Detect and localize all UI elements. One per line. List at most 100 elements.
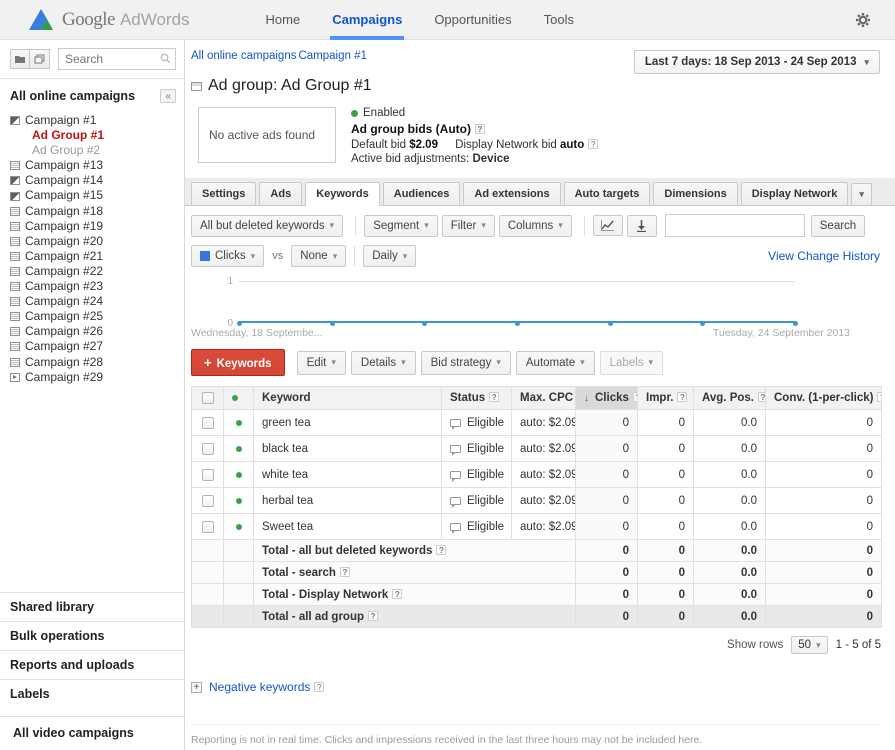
- keyword-cell[interactable]: black tea: [254, 436, 442, 462]
- tab-ad-extensions[interactable]: Ad extensions: [463, 182, 560, 205]
- sidebar-collapse-button[interactable]: «: [160, 89, 176, 103]
- row-checkbox[interactable]: [202, 469, 214, 481]
- compare-metric-dropdown[interactable]: None▾: [291, 245, 346, 267]
- max-cpc-cell[interactable]: auto: $2.09: [512, 488, 576, 514]
- help-icon[interactable]: ?: [475, 124, 485, 134]
- sidebar-item-campaign-23[interactable]: Campaign #23: [10, 279, 184, 294]
- keyword-cell[interactable]: white tea: [254, 462, 442, 488]
- details-dropdown[interactable]: Details▾: [351, 351, 416, 375]
- row-checkbox[interactable]: [202, 495, 214, 507]
- row-checkbox[interactable]: [202, 521, 214, 533]
- show-rows-select[interactable]: 50▾: [791, 636, 827, 654]
- sidebar-item-adgroup-2[interactable]: Ad Group #2: [10, 143, 184, 158]
- help-icon[interactable]: ?: [392, 589, 402, 599]
- help-icon[interactable]: ?: [758, 392, 766, 402]
- tab-audiences[interactable]: Audiences: [383, 182, 461, 205]
- tab-settings[interactable]: Settings: [191, 182, 256, 205]
- tab-display-network[interactable]: Display Network: [741, 182, 849, 205]
- tab-auto-targets[interactable]: Auto targets: [564, 182, 651, 205]
- negative-keywords-link[interactable]: Negative keywords: [209, 680, 310, 694]
- keyword-cell[interactable]: Sweet tea: [254, 514, 442, 540]
- bid-strategy-dropdown[interactable]: Bid strategy▾: [421, 351, 511, 375]
- sidebar-item-campaign-20[interactable]: Campaign #20: [10, 234, 184, 249]
- nav-campaigns[interactable]: Campaigns: [316, 0, 418, 40]
- nav-opportunities[interactable]: Opportunities: [418, 0, 527, 40]
- sidebar-item-campaign-29[interactable]: Campaign #29: [10, 370, 184, 385]
- tab-dimensions[interactable]: Dimensions: [653, 182, 737, 205]
- sidebar-search-input[interactable]: [58, 48, 176, 70]
- col-status[interactable]: Status?: [442, 387, 512, 410]
- settings-gear-icon[interactable]: [853, 10, 873, 30]
- max-cpc-cell[interactable]: auto: $2.09: [512, 436, 576, 462]
- keyword-cell[interactable]: herbal tea: [254, 488, 442, 514]
- sidebar-item-campaign-24[interactable]: Campaign #24: [10, 294, 184, 309]
- columns-dropdown[interactable]: Columns▾: [499, 215, 572, 237]
- filter-view-dropdown[interactable]: All but deleted keywords▾: [191, 215, 343, 237]
- help-icon[interactable]: ?: [588, 139, 598, 149]
- sidebar-item-reports-uploads[interactable]: Reports and uploads: [0, 650, 184, 679]
- tab-ads[interactable]: Ads: [259, 182, 302, 205]
- labels-dropdown[interactable]: Labels▾: [600, 351, 663, 375]
- help-icon[interactable]: ?: [314, 682, 324, 692]
- nav-home[interactable]: Home: [250, 0, 317, 40]
- automate-dropdown[interactable]: Automate▾: [516, 351, 595, 375]
- select-all-checkbox[interactable]: [202, 392, 214, 404]
- chart-toggle-button[interactable]: [593, 215, 623, 236]
- search-button[interactable]: Search: [811, 215, 865, 237]
- keyword-search-input[interactable]: [665, 214, 805, 237]
- breadcrumb-campaign-1[interactable]: Campaign #1: [298, 50, 366, 62]
- sidebar-item-labels[interactable]: Labels: [0, 679, 184, 708]
- max-cpc-cell[interactable]: auto: $2.09: [512, 462, 576, 488]
- breadcrumb-all-online-campaigns[interactable]: All online campaigns: [191, 50, 296, 62]
- help-icon[interactable]: ?: [436, 545, 446, 555]
- col-conv[interactable]: Conv. (1-per-click)?: [766, 387, 882, 410]
- sidebar-item-campaign-21[interactable]: Campaign #21: [10, 249, 184, 264]
- max-cpc-cell[interactable]: auto: $2.09: [512, 514, 576, 540]
- sidebar-item-campaign-1[interactable]: Campaign #1: [10, 113, 184, 128]
- sidebar-item-campaign-14[interactable]: Campaign #14: [10, 173, 184, 188]
- view-change-history-link[interactable]: View Change History: [768, 249, 880, 263]
- col-keyword[interactable]: Keyword: [254, 387, 442, 410]
- sidebar-item-all-video-campaigns[interactable]: All video campaigns: [0, 716, 184, 750]
- col-max-cpc[interactable]: Max. CPC?: [512, 387, 576, 410]
- tab-keywords[interactable]: Keywords: [305, 182, 380, 206]
- sidebar-item-campaign-18[interactable]: Campaign #18: [10, 204, 184, 219]
- sidebar-item-shared-library[interactable]: Shared library: [0, 592, 184, 621]
- col-avg-pos[interactable]: Avg. Pos.?: [694, 387, 766, 410]
- row-checkbox[interactable]: [202, 443, 214, 455]
- col-impr[interactable]: Impr.?: [638, 387, 694, 410]
- help-icon[interactable]: ?: [877, 392, 881, 402]
- sidebar-item-campaign-26[interactable]: Campaign #26: [10, 324, 184, 339]
- expand-icon[interactable]: +: [191, 682, 202, 693]
- help-icon[interactable]: ?: [633, 392, 638, 402]
- edit-dropdown[interactable]: Edit▾: [297, 351, 346, 375]
- sidebar-item-campaign-19[interactable]: Campaign #19: [10, 219, 184, 234]
- tab-more-dropdown[interactable]: ▾: [851, 183, 872, 205]
- sidebar-item-campaign-27[interactable]: Campaign #27: [10, 339, 184, 354]
- help-icon[interactable]: ?: [368, 611, 378, 621]
- sidebar-item-campaign-22[interactable]: Campaign #22: [10, 264, 184, 279]
- sidebar-item-campaign-13[interactable]: Campaign #13: [10, 158, 184, 173]
- sidebar-item-adgroup-1[interactable]: Ad Group #1: [10, 128, 184, 143]
- folder-icon[interactable]: [10, 49, 30, 69]
- col-clicks-sorted[interactable]: ↓Clicks?: [576, 387, 638, 410]
- add-keywords-button[interactable]: +Keywords: [191, 349, 285, 376]
- help-icon[interactable]: ?: [489, 392, 499, 402]
- sidebar-item-campaign-28[interactable]: Campaign #28: [10, 355, 184, 370]
- row-checkbox[interactable]: [202, 417, 214, 429]
- help-icon[interactable]: ?: [677, 392, 687, 402]
- campaign-list-icon[interactable]: [30, 49, 50, 69]
- interval-dropdown[interactable]: Daily▾: [363, 245, 416, 267]
- metric-dropdown[interactable]: Clicks▾: [191, 245, 264, 267]
- segment-dropdown[interactable]: Segment▾: [364, 215, 438, 237]
- sidebar-item-campaign-25[interactable]: Campaign #25: [10, 309, 184, 324]
- max-cpc-cell[interactable]: auto: $2.09: [512, 410, 576, 436]
- sidebar-item-bulk-operations[interactable]: Bulk operations: [0, 621, 184, 650]
- filter-dropdown[interactable]: Filter▾: [442, 215, 495, 237]
- google-adwords-logo[interactable]: Google AdWords: [28, 9, 190, 31]
- help-icon[interactable]: ?: [340, 567, 350, 577]
- sidebar-item-campaign-15[interactable]: Campaign #15: [10, 188, 184, 203]
- download-button[interactable]: [627, 215, 657, 237]
- nav-tools[interactable]: Tools: [528, 0, 590, 40]
- keyword-cell[interactable]: green tea: [254, 410, 442, 436]
